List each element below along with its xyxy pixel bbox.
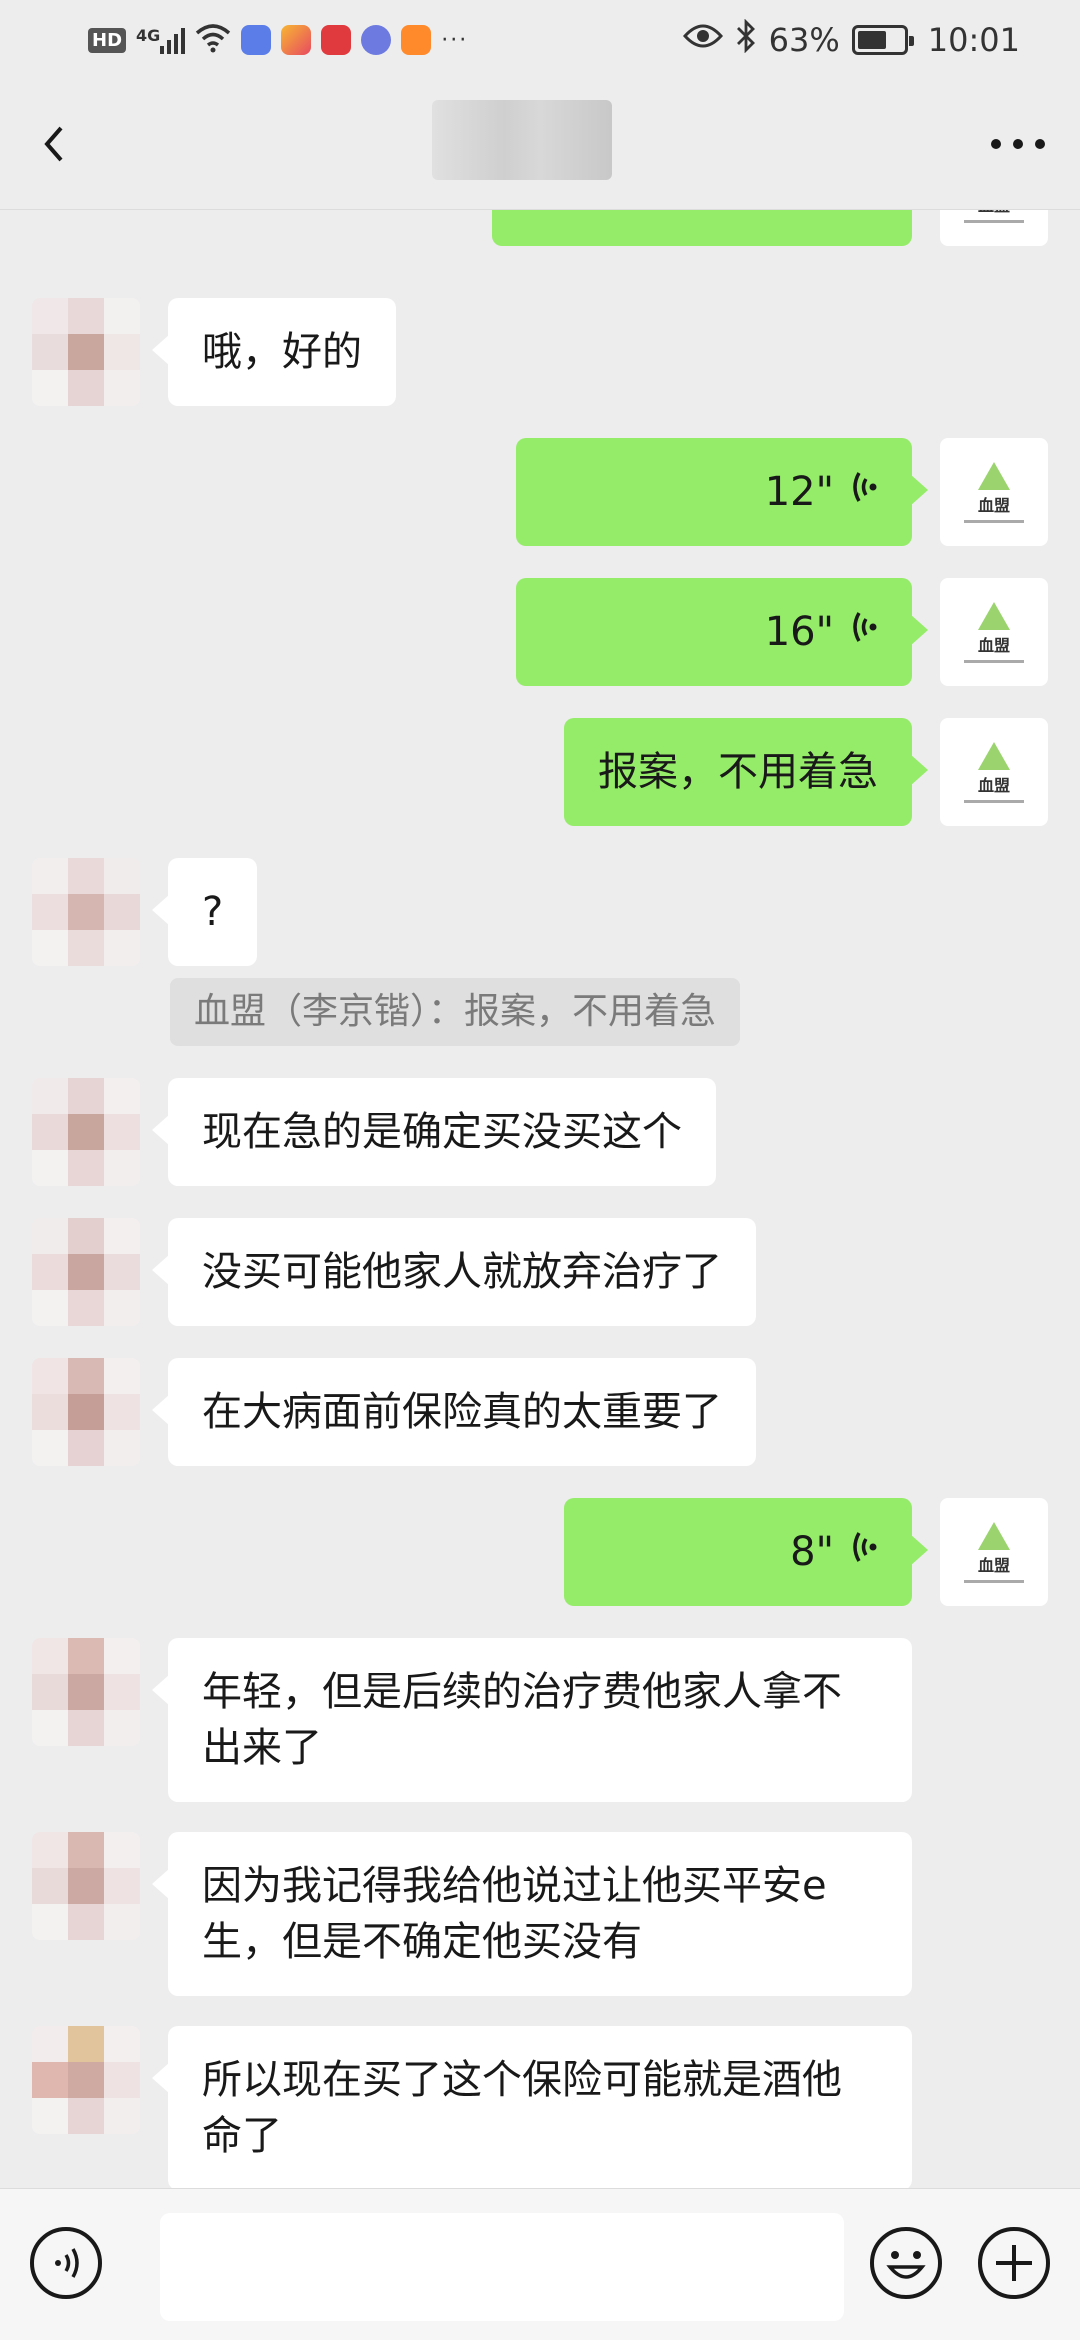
- battery-level: [857, 31, 886, 49]
- contact-avatar[interactable]: [32, 2026, 140, 2134]
- quoted-message[interactable]: 血盟（李京锴）：报案，不用着急: [170, 978, 741, 1046]
- app-icon: [281, 25, 312, 55]
- signal-icon: 4G: [136, 26, 186, 54]
- status-bar: HD 4G ··· 63% 10:01: [0, 0, 1080, 80]
- contact-avatar[interactable]: [32, 1078, 140, 1186]
- text-message-bubble[interactable]: 没买可能他家人就放弃治疗了: [152, 1218, 756, 1326]
- message-text: 哦，好的: [202, 329, 362, 375]
- back-button[interactable]: [26, 116, 82, 172]
- text-message-bubble[interactable]: 报案，不用着急: [564, 718, 928, 826]
- more-dots-icon: ···: [441, 27, 469, 53]
- chat-message-list[interactable]: 22" 血盟 哦，好的 12" 血盟 16" 血盟 报案，不用着急 血盟 ?: [0, 210, 1080, 2188]
- voice-wave-icon: [852, 1524, 878, 1580]
- message-text: 报案，不用着急: [598, 749, 878, 795]
- message-text: 年轻，但是后续的治疗费他家人拿不出来了: [202, 1669, 842, 1771]
- text-message-bubble[interactable]: 现在急的是确定买没买这个: [152, 1078, 716, 1186]
- self-avatar[interactable]: 血盟: [940, 578, 1048, 686]
- text-message-bubble[interactable]: 年轻，但是后续的治疗费他家人拿不出来了: [152, 1638, 912, 1802]
- text-message-bubble[interactable]: 所以现在买了这个保险可能就是酒他命了: [152, 2026, 912, 2188]
- voice-message-bubble[interactable]: 8": [564, 1498, 928, 1606]
- emoji-button[interactable]: [868, 2225, 944, 2301]
- bluetooth-icon: [735, 18, 757, 61]
- contact-avatar[interactable]: [32, 1638, 140, 1746]
- text-message-bubble[interactable]: ?: [151, 858, 258, 966]
- music-icon: [361, 25, 392, 55]
- app-icon: [321, 25, 352, 55]
- logo-icon: [978, 461, 1010, 490]
- self-avatar[interactable]: 血盟: [940, 438, 1048, 546]
- contact-avatar[interactable]: [32, 858, 140, 966]
- logo-icon: [978, 601, 1010, 630]
- text-message-bubble[interactable]: 在大病面前保险真的太重要了: [152, 1358, 756, 1466]
- plus-icon: [978, 2227, 1050, 2299]
- chevron-left-icon: [44, 126, 63, 162]
- eye-icon: [682, 21, 723, 59]
- clock: 10:01: [927, 21, 1020, 59]
- hd-icon: HD: [88, 27, 127, 53]
- logo-text: 血盟: [977, 775, 1010, 795]
- voice-duration: 8": [790, 1529, 834, 1575]
- logo-text: 血盟: [977, 635, 1010, 655]
- chat-more-button[interactable]: [978, 116, 1058, 172]
- video-icon: [401, 25, 432, 55]
- message-input[interactable]: [160, 2213, 844, 2321]
- message-text: 所以现在买了这个保险可能就是酒他命了: [202, 2057, 842, 2159]
- logo-text: 血盟: [977, 1555, 1010, 1575]
- status-bar-right: 63% 10:01: [682, 18, 1020, 62]
- voice-wave-icon: [852, 604, 878, 660]
- message-text: 没买可能他家人就放弃治疗了: [202, 1249, 722, 1295]
- voice-message-bubble[interactable]: 22": [492, 210, 912, 246]
- voice-mode-icon: [30, 2227, 102, 2299]
- voice-duration: 22": [765, 210, 834, 220]
- more-dots-icon: [991, 139, 1045, 149]
- battery-icon: [851, 25, 914, 55]
- battery-percent: 63%: [768, 21, 840, 59]
- chat-title-blurred: [432, 100, 612, 180]
- logo-icon: [978, 741, 1010, 770]
- text-message-bubble[interactable]: 哦，好的: [152, 298, 396, 406]
- self-avatar[interactable]: 血盟: [940, 718, 1048, 826]
- logo-text: 血盟: [978, 210, 1010, 216]
- contact-avatar[interactable]: [32, 298, 140, 406]
- quoted-text: 血盟（李京锴）：报案，不用着急: [194, 991, 717, 1032]
- contact-avatar[interactable]: [32, 1218, 140, 1326]
- chat-input-bar: [0, 2188, 1080, 2340]
- voice-wave-icon: [852, 464, 878, 520]
- voice-message-bubble[interactable]: 16": [516, 578, 928, 686]
- plus-button[interactable]: [976, 2225, 1052, 2301]
- text-message-bubble[interactable]: 因为我记得我给他说过让他买平安e生，但是不确定他买没有: [152, 1832, 912, 1996]
- message-text: 在大病面前保险真的太重要了: [202, 1389, 722, 1435]
- contact-avatar[interactable]: [32, 1832, 140, 1940]
- self-avatar[interactable]: 血盟: [940, 210, 1048, 246]
- logo-icon: [978, 1521, 1010, 1550]
- wifi-icon: [195, 23, 231, 58]
- voice-mode-button[interactable]: [28, 2225, 104, 2301]
- contact-avatar[interactable]: [32, 1358, 140, 1466]
- network-type-label: 4G: [136, 26, 161, 45]
- message-text: 现在急的是确定买没买这个: [202, 1109, 682, 1155]
- emoji-icon: [870, 2227, 942, 2299]
- message-text: 因为我记得我给他说过让他买平安e生，但是不确定他买没有: [202, 1863, 827, 1965]
- voice-duration: 12": [764, 469, 834, 515]
- logo-text: 血盟: [977, 495, 1010, 515]
- voice-message-bubble[interactable]: 12": [516, 438, 928, 546]
- message-text: ?: [202, 889, 224, 935]
- status-bar-left: HD 4G ···: [88, 18, 468, 62]
- self-avatar[interactable]: 血盟: [940, 1498, 1048, 1606]
- voice-wave-icon: [852, 210, 878, 220]
- chat-title-bar: [0, 80, 1080, 210]
- app-icon: [241, 25, 272, 55]
- voice-duration: 16": [764, 609, 834, 655]
